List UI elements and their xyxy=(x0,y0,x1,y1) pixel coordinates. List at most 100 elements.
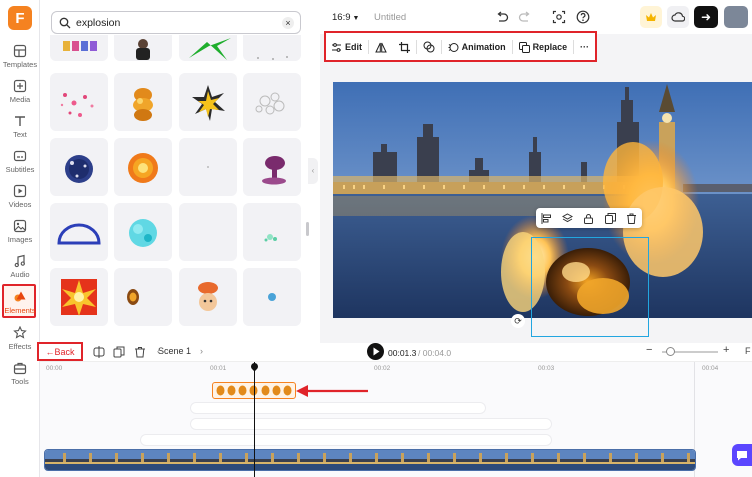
element-thumbnail xyxy=(192,85,225,121)
panel-scrollbar[interactable] xyxy=(306,222,309,236)
element-tile[interactable] xyxy=(179,268,237,326)
element-thumbnail xyxy=(268,293,276,301)
zoom-out-button[interactable]: − xyxy=(646,344,652,356)
scene-label[interactable]: Scene 1 xyxy=(158,346,191,356)
search-bar[interactable]: explosion × xyxy=(51,11,301,34)
track-placeholder xyxy=(190,402,486,414)
back-button[interactable]: ←Back xyxy=(37,342,83,361)
rail-item-media[interactable]: Media xyxy=(0,79,40,104)
rail-item-elements[interactable]: Elements xyxy=(0,290,40,315)
playhead[interactable] xyxy=(254,362,255,477)
rail-item-audio[interactable]: Audio xyxy=(0,254,40,279)
subtitles-icon xyxy=(13,150,27,162)
rail-item-effects[interactable]: Effects xyxy=(0,326,40,351)
rail-item-tools[interactable]: Tools xyxy=(0,361,40,386)
app-logo[interactable]: F xyxy=(8,6,32,30)
rail-item-subtitles[interactable]: Subtitles xyxy=(0,149,40,174)
delete-icon[interactable] xyxy=(134,346,146,358)
rail-item-text[interactable]: Text xyxy=(0,114,40,139)
screen-capture-icon[interactable] xyxy=(552,10,566,24)
text-icon xyxy=(15,116,25,126)
elements-icon xyxy=(14,291,26,302)
upgrade-button[interactable] xyxy=(640,6,662,28)
rail-label: Audio xyxy=(10,270,30,279)
explosion-thumb xyxy=(227,385,236,396)
search-icon xyxy=(59,17,71,29)
element-thumbnail xyxy=(128,153,158,183)
chat-icon xyxy=(737,451,747,461)
play-button[interactable] xyxy=(367,343,384,360)
logo-letter: F xyxy=(15,9,25,27)
trash-icon[interactable] xyxy=(626,213,637,224)
rail-label: Media xyxy=(9,95,31,104)
zoom-slider-knob[interactable] xyxy=(666,347,676,356)
audio-icon xyxy=(14,254,25,268)
scene-next-icon[interactable]: › xyxy=(200,346,203,356)
aspect-ratio-value: 16:9 xyxy=(332,12,351,23)
rotate-icon[interactable]: ⟳ xyxy=(511,314,525,328)
ruler-tick: 00:01 xyxy=(210,365,227,372)
rail-item-templates[interactable]: Templates xyxy=(0,44,40,69)
rail-label: Text xyxy=(13,130,27,139)
video-clip[interactable] xyxy=(44,449,696,471)
rail-label: Subtitles xyxy=(5,165,35,174)
avatar[interactable] xyxy=(724,6,748,28)
align-icon[interactable] xyxy=(541,212,552,224)
explosion-thumb xyxy=(216,385,225,396)
element-thumbnail xyxy=(255,92,285,115)
explosion-thumb xyxy=(261,385,270,396)
element-tile[interactable] xyxy=(50,73,108,131)
rail-item-images[interactable]: Images xyxy=(0,219,40,244)
element-tile[interactable] xyxy=(114,73,172,131)
aspect-ratio-select[interactable]: 16:9 ▼ xyxy=(332,12,359,23)
element-thumbnail xyxy=(57,223,101,245)
element-tile[interactable] xyxy=(243,73,301,131)
element-tile[interactable] xyxy=(50,203,108,261)
zoom-in-button[interactable]: + xyxy=(723,344,729,356)
explosion-thumb xyxy=(238,385,247,396)
element-tile[interactable] xyxy=(50,138,108,196)
copy-icon[interactable] xyxy=(113,346,125,358)
clear-search-button[interactable]: × xyxy=(282,17,294,29)
element-thumbnail xyxy=(60,93,94,117)
chat-support-button[interactable] xyxy=(732,444,752,466)
timeline[interactable]: 00:00 00:01 00:02 00:03 00:04 xyxy=(40,361,752,477)
element-tile[interactable] xyxy=(243,268,301,326)
cloud-save-button[interactable] xyxy=(667,6,689,28)
element-thumbnail xyxy=(133,88,153,121)
element-thumbnail xyxy=(61,279,97,316)
videos-icon xyxy=(13,184,27,198)
element-tile[interactable] xyxy=(50,268,108,326)
element-tile[interactable] xyxy=(114,138,172,196)
search-input[interactable]: explosion xyxy=(76,17,120,29)
project-title[interactable]: Untitled xyxy=(374,12,406,23)
element-tile[interactable] xyxy=(243,138,301,196)
ruler-tick: 00:00 xyxy=(46,365,63,372)
element-thumbnail xyxy=(198,282,218,311)
layers-icon[interactable] xyxy=(562,212,574,224)
playhead-handle[interactable] xyxy=(249,361,260,372)
element-tile[interactable] xyxy=(114,268,172,326)
ruler-tick: 00:03 xyxy=(538,365,555,372)
selection-box[interactable] xyxy=(531,237,649,337)
fit-button[interactable]: F xyxy=(745,346,751,356)
element-tile[interactable] xyxy=(179,203,237,261)
collapse-panel-handle[interactable]: ‹ xyxy=(308,158,318,184)
split-icon[interactable] xyxy=(93,346,105,358)
templates-icon xyxy=(13,44,27,58)
help-icon[interactable] xyxy=(576,10,590,24)
rail-item-videos[interactable]: Videos xyxy=(0,184,40,209)
current-time: 00:01.3 xyxy=(388,348,417,358)
element-tile[interactable] xyxy=(114,203,172,261)
tools-icon xyxy=(13,362,27,375)
undo-icon[interactable] xyxy=(495,10,509,24)
export-button[interactable]: ➜ xyxy=(694,6,718,28)
lock-icon[interactable] xyxy=(583,213,594,224)
element-tile[interactable] xyxy=(179,73,237,131)
element-tile[interactable] xyxy=(243,203,301,261)
redo-icon[interactable] xyxy=(518,10,532,24)
duplicate-icon[interactable] xyxy=(604,212,616,224)
chevron-down-icon: ▼ xyxy=(352,15,360,22)
element-tile[interactable] xyxy=(179,138,237,196)
ruler-tick: 00:04 xyxy=(702,365,719,372)
